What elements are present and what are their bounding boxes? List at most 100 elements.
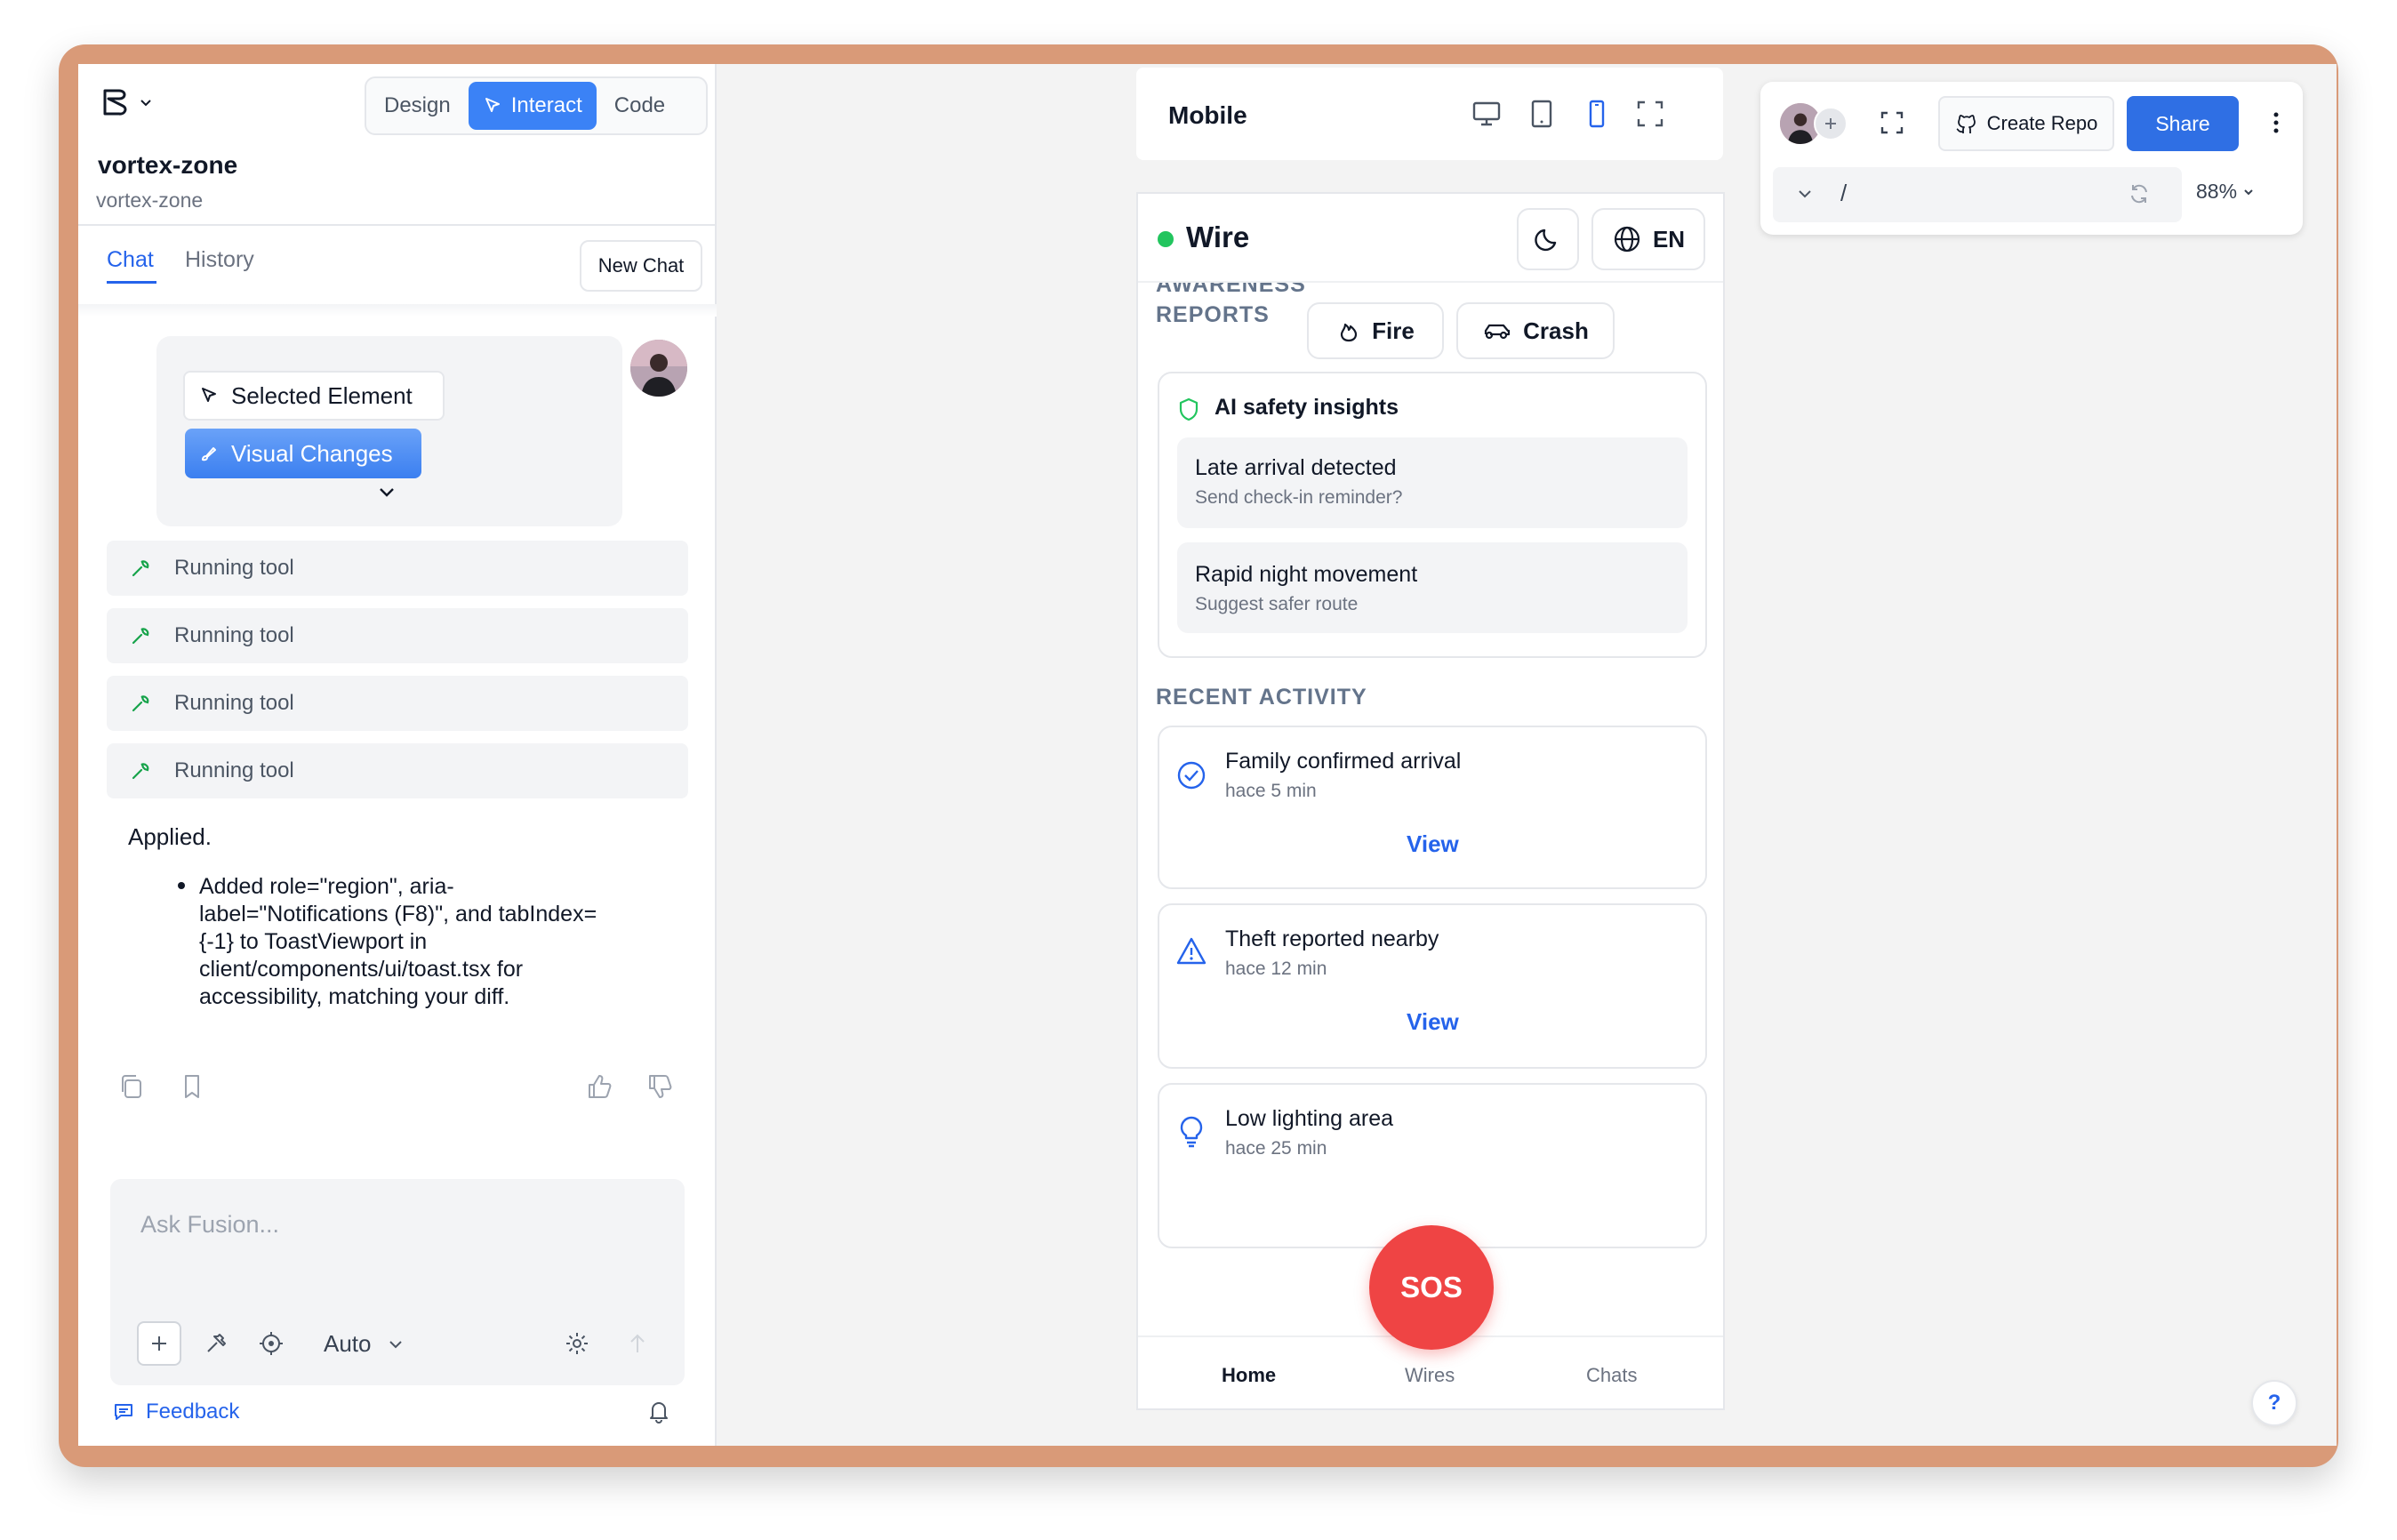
tab-chat-indicator: [107, 281, 156, 284]
bullet-line: label="Notifications (F8)", and tabIndex…: [199, 902, 597, 926]
preview-controls-card: Create Repo Share / 88%: [1760, 82, 2303, 235]
url-bar[interactable]: [1773, 167, 2182, 222]
section-recent-activity: RECENT ACTIVITY: [1156, 685, 1367, 710]
insight-item[interactable]: Late arrival detected Send check-in remi…: [1177, 437, 1688, 528]
mode-interact-label: Interact: [510, 93, 582, 117]
wrench-icon: [132, 763, 149, 780]
bell-icon[interactable]: [645, 1398, 672, 1424]
globe-icon: [1614, 226, 1640, 253]
create-repo-label: Create Repo: [1986, 112, 2098, 134]
more-vertical-icon[interactable]: [2267, 108, 2285, 137]
insights-card: AI safety insights Late arrival detected…: [1158, 372, 1707, 658]
divider: [78, 224, 717, 226]
activity-view-link[interactable]: View: [1407, 830, 1459, 858]
mode-design-button[interactable]: Design: [370, 82, 465, 130]
language-label: EN: [1652, 225, 1686, 253]
expand-icon[interactable]: [1878, 108, 1906, 137]
mobile-icon[interactable]: [1581, 98, 1613, 130]
feedback-label: Feedback: [146, 1400, 240, 1424]
help-button[interactable]: ?: [2251, 1380, 2297, 1426]
refresh-icon[interactable]: [2127, 181, 2152, 206]
plus-icon: [1825, 118, 1836, 129]
chevron-down-icon[interactable]: [1796, 185, 1814, 203]
nav-home[interactable]: Home: [1222, 1364, 1276, 1387]
mode-interact-button[interactable]: Interact: [468, 82, 597, 130]
copy-icon[interactable]: [117, 1072, 146, 1101]
section-reports: REPORTS: [1156, 302, 1270, 327]
crash-label: Crash: [1523, 317, 1589, 344]
zoom-select[interactable]: 88%: [2196, 180, 2255, 204]
add-attachment-button[interactable]: [137, 1321, 181, 1366]
flame-icon: [1341, 323, 1358, 342]
tool-status-row[interactable]: Running tool: [107, 608, 688, 663]
feedback-link[interactable]: Feedback: [112, 1400, 239, 1424]
activity-title: Family confirmed arrival: [1225, 749, 1462, 774]
device-label: Mobile: [1168, 101, 1247, 129]
mode-switcher: Design Interact Code: [365, 76, 708, 135]
warning-icon: [1176, 937, 1207, 965]
thumbs-down-icon[interactable]: [645, 1072, 674, 1101]
builder-logo-menu[interactable]: [100, 87, 153, 117]
desktop-icon[interactable]: [1471, 98, 1503, 130]
tab-chat[interactable]: Chat: [107, 247, 154, 273]
create-repo-button[interactable]: Create Repo: [1938, 96, 2114, 151]
url-path[interactable]: /: [1840, 180, 1847, 207]
hammer-icon[interactable]: [203, 1330, 229, 1357]
check-circle-icon: [1177, 761, 1206, 790]
tab-history[interactable]: History: [185, 247, 254, 273]
new-chat-button[interactable]: New Chat: [580, 240, 702, 292]
thumbs-up-icon[interactable]: [585, 1072, 613, 1101]
tool-status-label: Running tool: [174, 758, 294, 782]
wrench-icon: [132, 560, 149, 577]
chevron-down-icon[interactable]: [377, 482, 397, 501]
chevron-down-icon: [2244, 188, 2253, 195]
tool-status-row[interactable]: Running tool: [107, 743, 688, 798]
assistant-bullet: Added role="region", aria- label="Notifi…: [199, 873, 679, 1011]
message-icon: [115, 1404, 132, 1420]
mode-code-button[interactable]: Code: [600, 82, 679, 130]
send-arrow-icon[interactable]: [624, 1330, 651, 1357]
chevron-down-icon: [140, 100, 151, 107]
model-select-value: Auto: [324, 1330, 372, 1357]
tablet-icon[interactable]: [1526, 98, 1558, 130]
add-collaborator-button[interactable]: [1814, 107, 1848, 140]
bullet-line: Added role="region", aria-: [199, 874, 454, 899]
dark-mode-button[interactable]: [1517, 208, 1579, 270]
fullscreen-icon[interactable]: [1634, 98, 1666, 130]
visual-changes-label: Visual Changes: [231, 439, 393, 467]
target-icon[interactable]: [258, 1330, 285, 1357]
github-icon: [1956, 115, 1976, 133]
tool-status-row[interactable]: Running tool: [107, 541, 688, 596]
plus-icon: [152, 1336, 166, 1351]
bookmark-icon[interactable]: [178, 1072, 206, 1101]
fire-label: Fire: [1372, 317, 1415, 344]
user-avatar: [630, 340, 687, 397]
sos-button[interactable]: SOS: [1369, 1225, 1494, 1350]
insight-item[interactable]: Rapid night movement Suggest safer route: [1177, 542, 1688, 633]
activity-time: hace 12 min: [1225, 958, 1327, 979]
language-button[interactable]: EN: [1591, 208, 1705, 270]
visual-changes-chip[interactable]: Visual Changes: [185, 429, 421, 478]
assistant-message: Applied.: [128, 823, 212, 850]
selected-element-chip[interactable]: Selected Element: [183, 371, 445, 421]
chat-panel: Design Interact Code vortex-zone vortex-…: [78, 64, 717, 1446]
tool-status-row[interactable]: Running tool: [107, 676, 688, 731]
scroll-shadow: [78, 304, 717, 317]
app-header: Wire EN: [1138, 194, 1723, 283]
app-window: Design Interact Code vortex-zone vortex-…: [78, 64, 2337, 1446]
gear-icon[interactable]: [564, 1330, 590, 1357]
share-button[interactable]: Share: [2127, 96, 2239, 151]
nav-wires[interactable]: Wires: [1405, 1364, 1455, 1387]
nav-chats[interactable]: Chats: [1586, 1364, 1637, 1387]
shield-icon: [1179, 397, 1198, 421]
device-toolbar: Mobile: [1136, 68, 1723, 160]
model-select[interactable]: Auto: [324, 1330, 404, 1358]
activity-card: Family confirmed arrival hace 5 min View: [1158, 726, 1707, 889]
insight-title: Rapid night movement: [1195, 562, 1418, 587]
activity-view-link[interactable]: View: [1407, 1008, 1459, 1036]
report-fire-chip[interactable]: Fire: [1307, 302, 1444, 359]
report-crash-chip[interactable]: Crash: [1456, 302, 1615, 359]
activity-time: hace 5 min: [1225, 781, 1317, 801]
bullet-line: client/components/ui/toast.tsx for: [199, 957, 524, 982]
activity-title: Theft reported nearby: [1225, 926, 1439, 951]
